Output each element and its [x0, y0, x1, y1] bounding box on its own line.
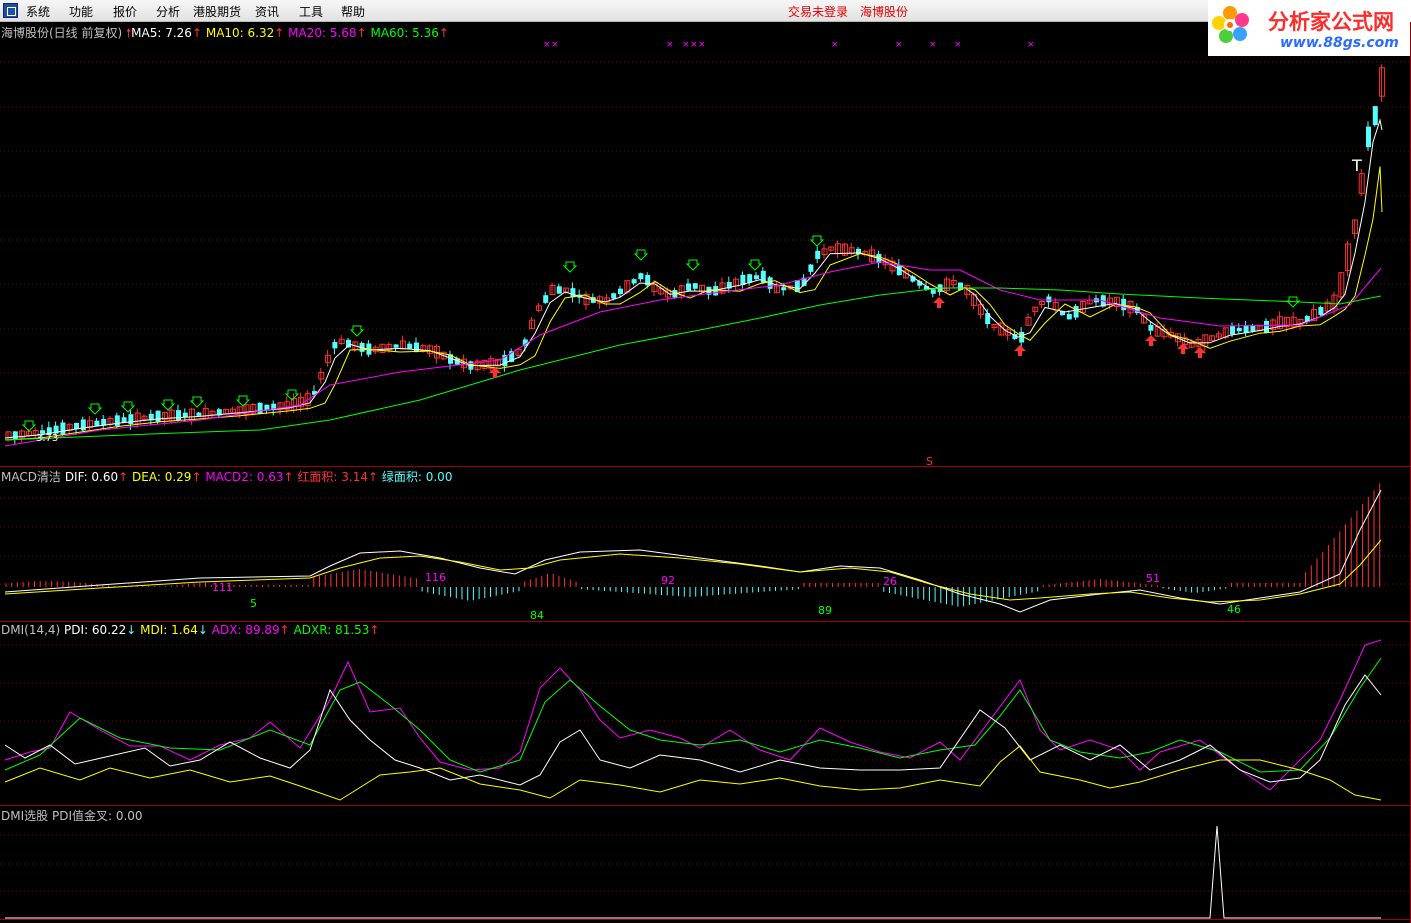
sell-arrow-icon — [1145, 335, 1157, 346]
candle-down — [1073, 306, 1079, 318]
candle-down — [556, 286, 562, 294]
ma10-line — [4, 166, 1383, 441]
pdi-line — [4, 674, 1382, 786]
candle-down — [1066, 313, 1072, 320]
candle-down — [686, 283, 691, 291]
moving-average-lines — [4, 118, 1383, 447]
grid-lines — [0, 61, 1409, 892]
cross-marker-icon: × — [954, 40, 962, 50]
candle-down — [692, 283, 698, 289]
chart-area[interactable]: × × × × × × × × × × × 111511684928926 5146 3.73 T S — [0, 0, 1411, 923]
buy-arrow-icon — [349, 325, 365, 337]
cross-marker-icon: × — [666, 40, 674, 50]
candle-down — [1236, 327, 1242, 332]
candle-down — [631, 279, 637, 284]
candle-down — [414, 342, 419, 353]
macd-area-label: 84 — [530, 609, 544, 622]
sell-arrow-icon — [1194, 347, 1206, 358]
buy-arrow-icon — [160, 399, 176, 411]
candle-down — [393, 344, 399, 348]
cross-marker-icon: × — [1027, 40, 1035, 50]
candle-down — [121, 417, 127, 423]
candle-down — [1366, 126, 1371, 148]
low-price-label: 3.73 — [36, 433, 58, 444]
candle-down — [60, 422, 66, 435]
candle-down — [257, 402, 263, 414]
candle-down — [1264, 320, 1269, 333]
cross-marker-icon: × — [831, 40, 839, 50]
macd-area-label: 89 — [818, 604, 832, 617]
sell-arrow-icon — [933, 297, 945, 308]
candle-down — [155, 410, 161, 423]
candle-down — [930, 289, 936, 294]
candle-down — [1372, 106, 1378, 126]
candle-down — [638, 273, 644, 280]
cross-marker-icon: × — [895, 40, 903, 50]
candle-down — [815, 250, 821, 259]
cross-marker-icon: × — [682, 40, 690, 50]
macd-area-label: 116 — [425, 571, 446, 584]
candle-down — [94, 420, 100, 426]
candle-down — [1243, 325, 1249, 334]
candle-down — [332, 342, 338, 349]
sell-arrow-icon — [1014, 345, 1026, 356]
candle-down — [12, 431, 18, 439]
candle-down — [1250, 326, 1256, 332]
ma5-line — [4, 118, 1383, 439]
candlestick-series — [5, 64, 1386, 445]
candle-down — [128, 414, 134, 425]
macd-area-label: 5 — [250, 597, 257, 610]
candle-down — [1230, 325, 1235, 335]
dmi-select-chart — [5, 825, 1381, 919]
buy-arrow-icon — [562, 261, 578, 273]
candle-down — [611, 293, 617, 299]
candle-down — [346, 339, 351, 348]
adxr-line — [4, 657, 1382, 773]
candle-down — [1148, 325, 1154, 331]
macd-area-label: 46 — [1227, 603, 1241, 616]
top-signal-label: T — [1351, 156, 1362, 175]
candle-down — [570, 288, 576, 298]
buy-arrow-icon — [685, 259, 701, 271]
candle-down — [754, 275, 759, 280]
candle-down — [176, 410, 181, 421]
buy-arrow-icon — [809, 235, 825, 247]
candle-down — [618, 288, 623, 294]
mdi-line — [4, 745, 1382, 801]
candle-down — [1121, 298, 1127, 311]
cross-marker-icon: × — [690, 40, 698, 50]
buy-arrow-icon — [747, 259, 763, 271]
signal-markers: × × × × × × × × × × × — [21, 40, 1301, 432]
macd-chart: 111 5 116 84 92 89 26 51 46 — [4, 483, 1382, 622]
sell-signal-label: S — [926, 455, 933, 468]
cross-marker-icon: × — [698, 40, 706, 50]
macd-area-label: 26 — [883, 575, 897, 588]
candle-down — [114, 415, 120, 426]
cross-marker-icon: × — [551, 40, 559, 50]
cross-marker-icon: × — [929, 40, 937, 50]
ma20-line — [4, 261, 1382, 447]
pdi-cross-signal-line — [5, 825, 1381, 919]
candle-down — [182, 412, 188, 418]
candle-down — [781, 287, 787, 291]
buy-arrow-icon — [633, 249, 649, 261]
candle-down — [543, 295, 549, 303]
buy-arrow-icon — [189, 396, 205, 408]
adx-line — [4, 639, 1382, 791]
cross-marker-icon: × — [543, 40, 551, 50]
candle-down — [808, 264, 814, 272]
candle-down — [196, 412, 202, 416]
buy-arrow-icon — [21, 420, 37, 432]
dmi-chart — [4, 639, 1382, 801]
candle-down — [407, 343, 413, 349]
macd-area-label: 51 — [1146, 572, 1160, 585]
candle-down — [80, 419, 86, 431]
candle-down — [1318, 307, 1324, 315]
macd-area-label: 92 — [661, 574, 675, 587]
macd-area-label: 111 — [212, 581, 233, 594]
buy-arrow-icon — [87, 403, 103, 415]
buy-arrow-icon — [120, 401, 136, 413]
candle-down — [1046, 296, 1052, 303]
